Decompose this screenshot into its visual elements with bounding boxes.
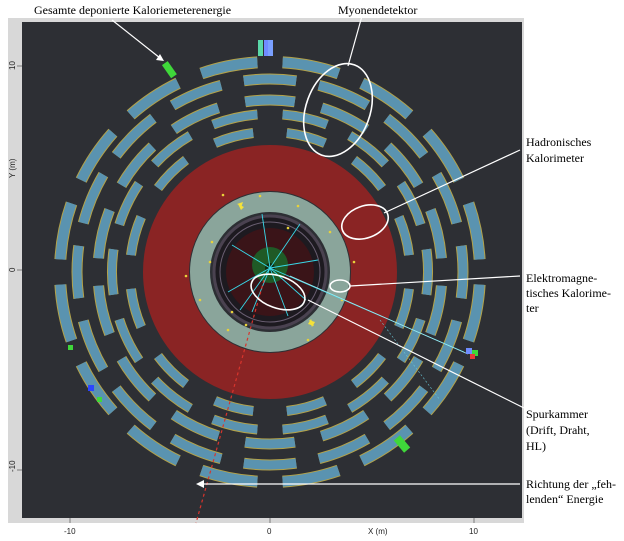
label-em-calorimeter: Elektromagne- tisches Kalorime- ter bbox=[526, 271, 614, 315]
event-display-figure: -10 0 10 X (m) 10 0 -10 Y (m) Gesamte de… bbox=[8, 3, 619, 536]
y-axis-label: Y (m) bbox=[8, 158, 17, 178]
x-tick-label: -10 bbox=[64, 527, 76, 536]
muon-chamber bbox=[422, 248, 432, 296]
label-tracker: Spurkammer (Drift, Draht, HL) bbox=[526, 407, 593, 453]
label-line: lenden“ Energie bbox=[526, 492, 603, 506]
energy-tower bbox=[268, 40, 273, 56]
muon-chamber bbox=[244, 95, 296, 107]
x-axis-label: X (m) bbox=[368, 527, 388, 536]
label-line: Elektromagne- bbox=[526, 271, 597, 285]
label-missing-energy: Richtung der „feh- lenden“ Energie bbox=[526, 477, 619, 506]
label-muon-detector: Myonendetektor bbox=[338, 3, 417, 17]
energy-tower bbox=[258, 40, 263, 56]
label-line: ter bbox=[526, 301, 539, 315]
energy-tower bbox=[97, 397, 102, 402]
x-tick-label: 0 bbox=[267, 527, 272, 536]
label-line: Spurkammer bbox=[526, 407, 588, 421]
energy-tower bbox=[466, 348, 472, 354]
label-line: Hadronisches bbox=[526, 135, 592, 149]
energy-tower bbox=[68, 345, 73, 350]
x-tick-label: 10 bbox=[469, 527, 478, 536]
label-line: HL) bbox=[526, 439, 546, 453]
label-line: (Drift, Draht, bbox=[526, 423, 590, 437]
label-line: Kalorimeter bbox=[526, 151, 584, 165]
label-hadronic-calorimeter: Hadronisches Kalorimeter bbox=[526, 135, 594, 165]
muon-chamber bbox=[72, 245, 84, 299]
label-line: tisches Kalorime- bbox=[526, 286, 611, 300]
muon-chamber bbox=[244, 437, 296, 449]
y-tick-label: 0 bbox=[8, 267, 17, 272]
label-line: Richtung der „feh- bbox=[526, 477, 616, 491]
energy-tower bbox=[88, 385, 94, 391]
muon-chamber bbox=[108, 248, 118, 296]
muon-chamber bbox=[243, 74, 297, 86]
muon-chamber bbox=[456, 245, 468, 299]
muon-chamber bbox=[243, 458, 297, 470]
energy-tower bbox=[470, 354, 475, 359]
y-tick-label: -10 bbox=[8, 460, 17, 472]
y-tick-label: 10 bbox=[8, 61, 17, 70]
label-calorimeter-energy: Gesamte deponierte Kaloriemeterenergie bbox=[34, 3, 231, 17]
